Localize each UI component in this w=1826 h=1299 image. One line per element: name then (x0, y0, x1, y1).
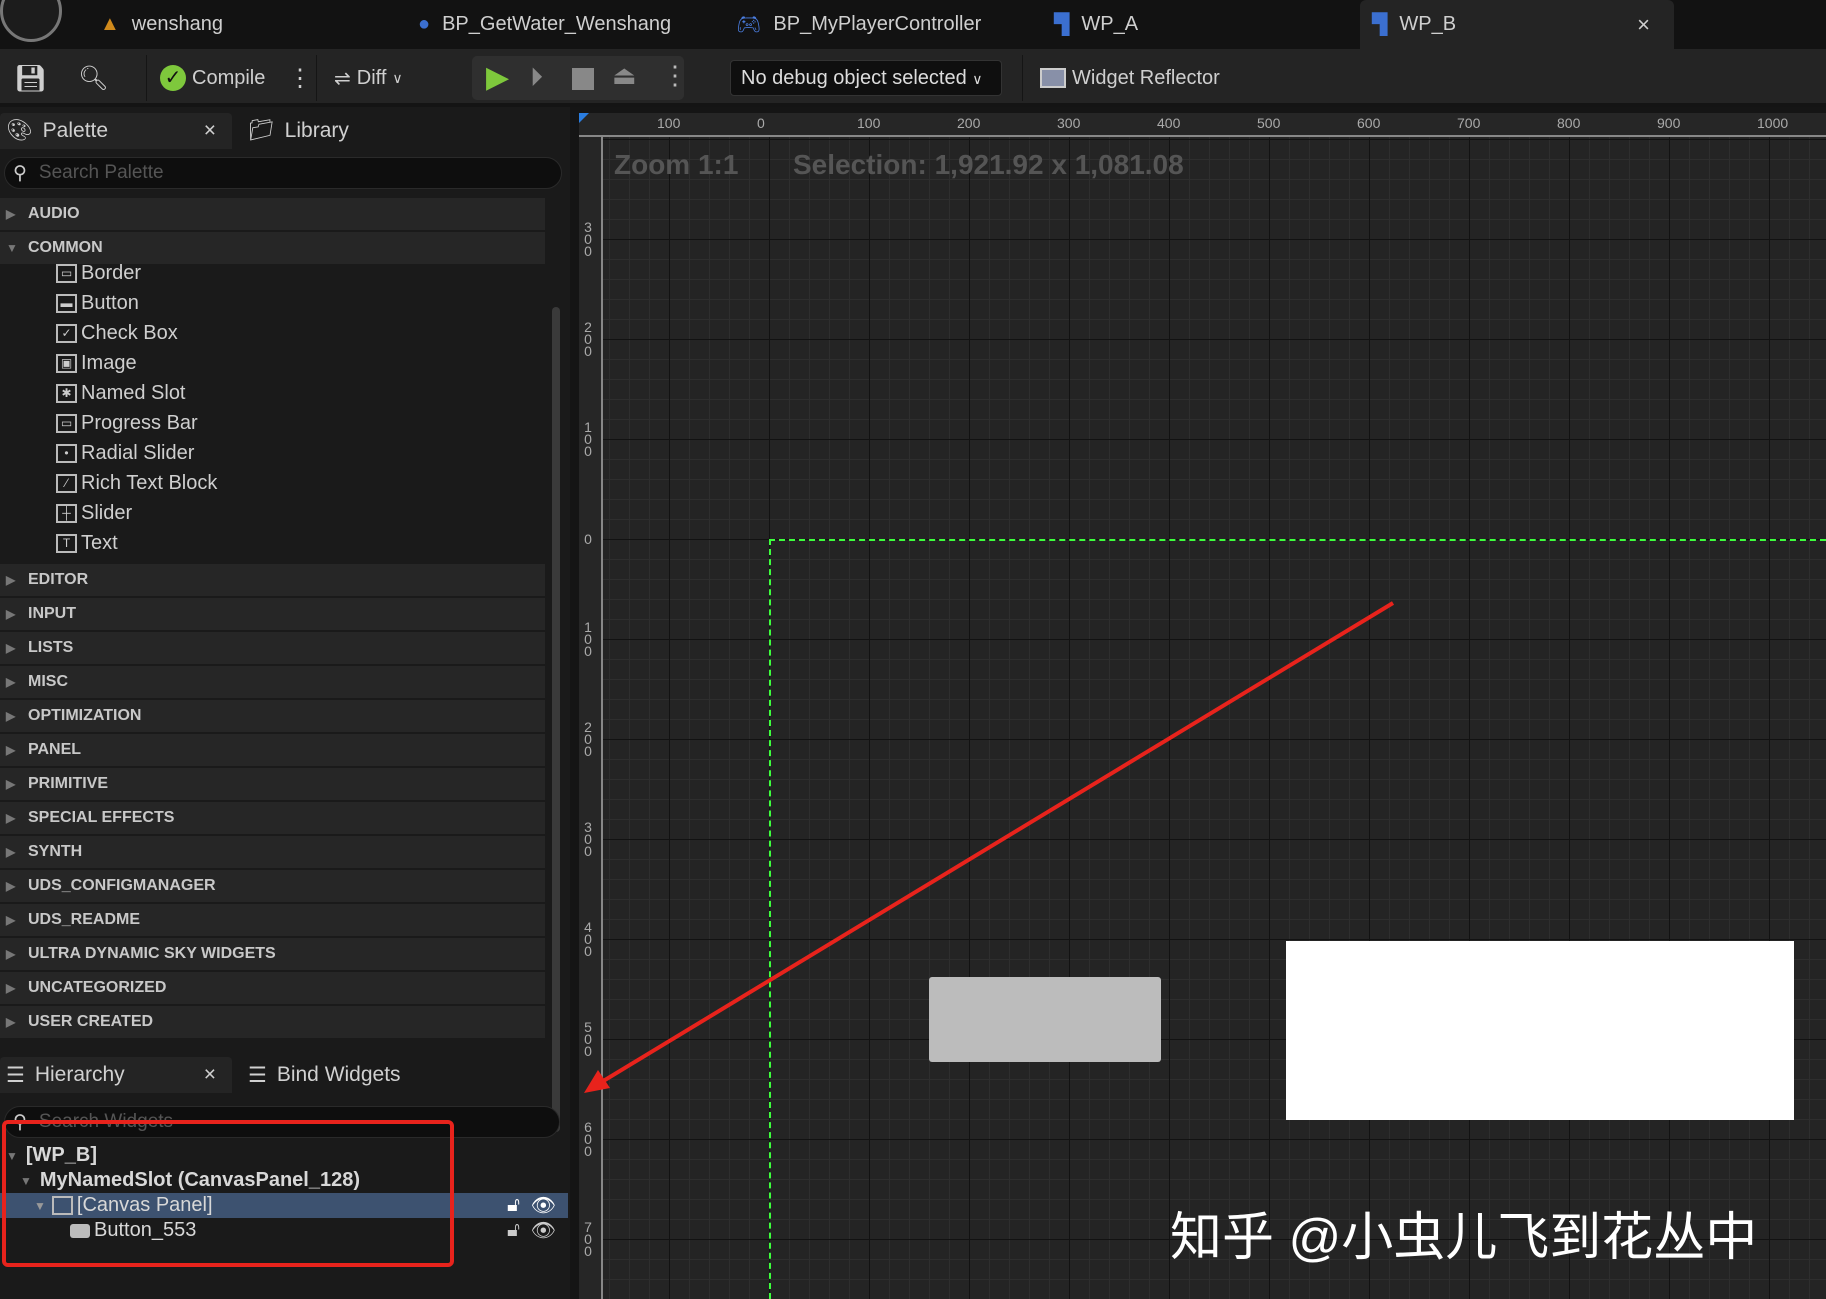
annotation-arrow (584, 601, 1395, 1093)
